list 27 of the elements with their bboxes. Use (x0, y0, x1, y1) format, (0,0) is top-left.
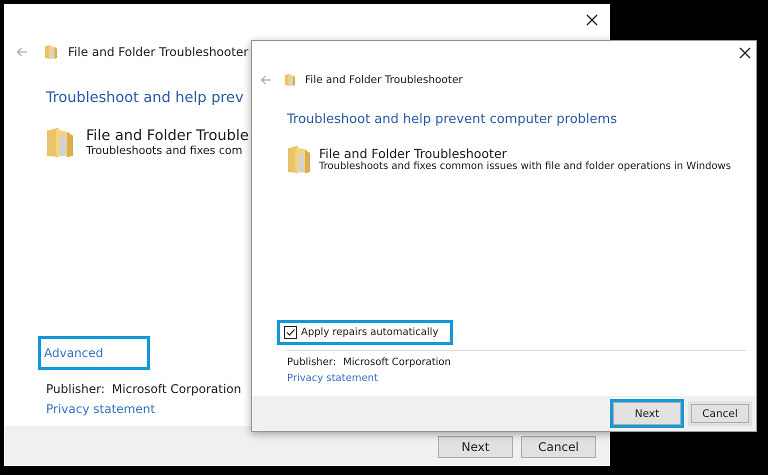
publisher-name: Microsoft Corporation (112, 382, 242, 396)
advanced-link[interactable]: Advanced (38, 336, 150, 370)
close-icon[interactable] (586, 14, 598, 26)
folder-icon (287, 144, 311, 174)
publisher-name: Microsoft Corporation (343, 357, 451, 368)
troubleshooter-title: File and Folder Troubleshooter (319, 146, 508, 161)
privacy-statement-link[interactable]: Privacy statement (46, 402, 156, 416)
cancel-button[interactable]: Cancel (521, 436, 596, 458)
window-title: File and Folder Troubleshooter (68, 45, 248, 59)
privacy-statement-link[interactable]: Privacy statement (287, 373, 378, 384)
folder-icon (284, 73, 296, 87)
publisher-label: Publisher: (287, 357, 336, 368)
troubleshooter-title: File and Folder Trouble (86, 128, 249, 144)
window-title: File and Folder Troubleshooter (305, 74, 463, 86)
next-button[interactable]: Next (610, 399, 684, 428)
close-icon[interactable] (739, 47, 751, 59)
apply-repairs-checkbox[interactable]: Apply repairs automatically (277, 320, 454, 345)
troubleshooter-description: Troubleshoots and fixes com (86, 144, 244, 156)
section-heading: Troubleshoot and help prevent computer problems (287, 112, 617, 127)
publisher-label: Publisher: (46, 382, 105, 396)
folder-icon (46, 126, 74, 158)
folder-icon (44, 44, 58, 60)
cancel-button[interactable]: Cancel (688, 401, 752, 426)
section-heading: Troubleshoot and help prev (46, 90, 244, 106)
troubleshooter-description: Troubleshoots and fixes common issues with file and folder operations in Windows (319, 161, 731, 172)
next-button[interactable]: Next (438, 436, 513, 458)
checkmark-icon (285, 327, 296, 338)
